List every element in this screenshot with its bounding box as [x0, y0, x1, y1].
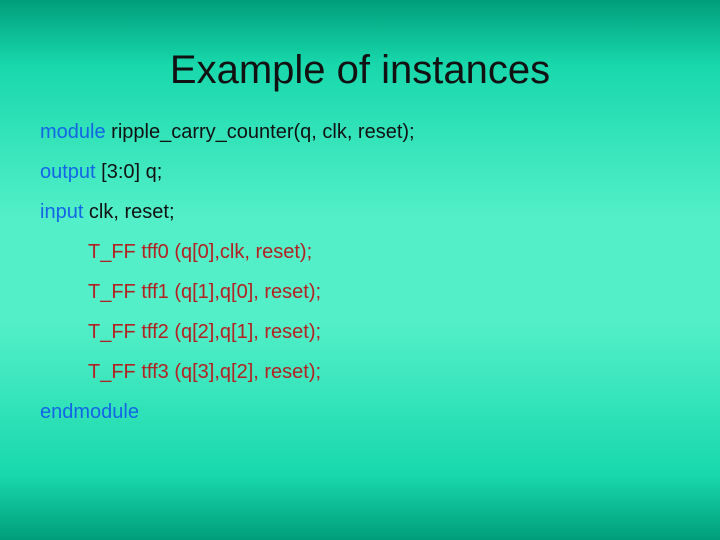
code-text: [3:0] q;: [96, 161, 163, 183]
code-line-2: output [3:0] q;: [40, 161, 680, 183]
code-block: module ripple_carry_counter(q, clk, rese…: [40, 121, 680, 423]
code-line-4: T_FF tff0 (q[0],clk, reset);: [40, 241, 680, 263]
keyword-module: module: [40, 121, 106, 143]
keyword-output: output: [40, 161, 96, 183]
code-line-3: input clk, reset;: [40, 201, 680, 223]
slide-title: Example of instances: [40, 0, 680, 121]
keyword-endmodule: endmodule: [40, 401, 680, 423]
code-line-7: T_FF tff3 (q[3],q[2], reset);: [40, 361, 680, 383]
code-line-5: T_FF tff1 (q[1],q[0], reset);: [40, 281, 680, 303]
slide: Example of instances module ripple_carry…: [0, 0, 720, 540]
code-text: ripple_carry_counter(q, clk, reset);: [106, 121, 415, 143]
code-line-6: T_FF tff2 (q[2],q[1], reset);: [40, 321, 680, 343]
keyword-input: input: [40, 201, 83, 223]
code-line-1: module ripple_carry_counter(q, clk, rese…: [40, 121, 680, 143]
code-text: clk, reset;: [83, 201, 174, 223]
